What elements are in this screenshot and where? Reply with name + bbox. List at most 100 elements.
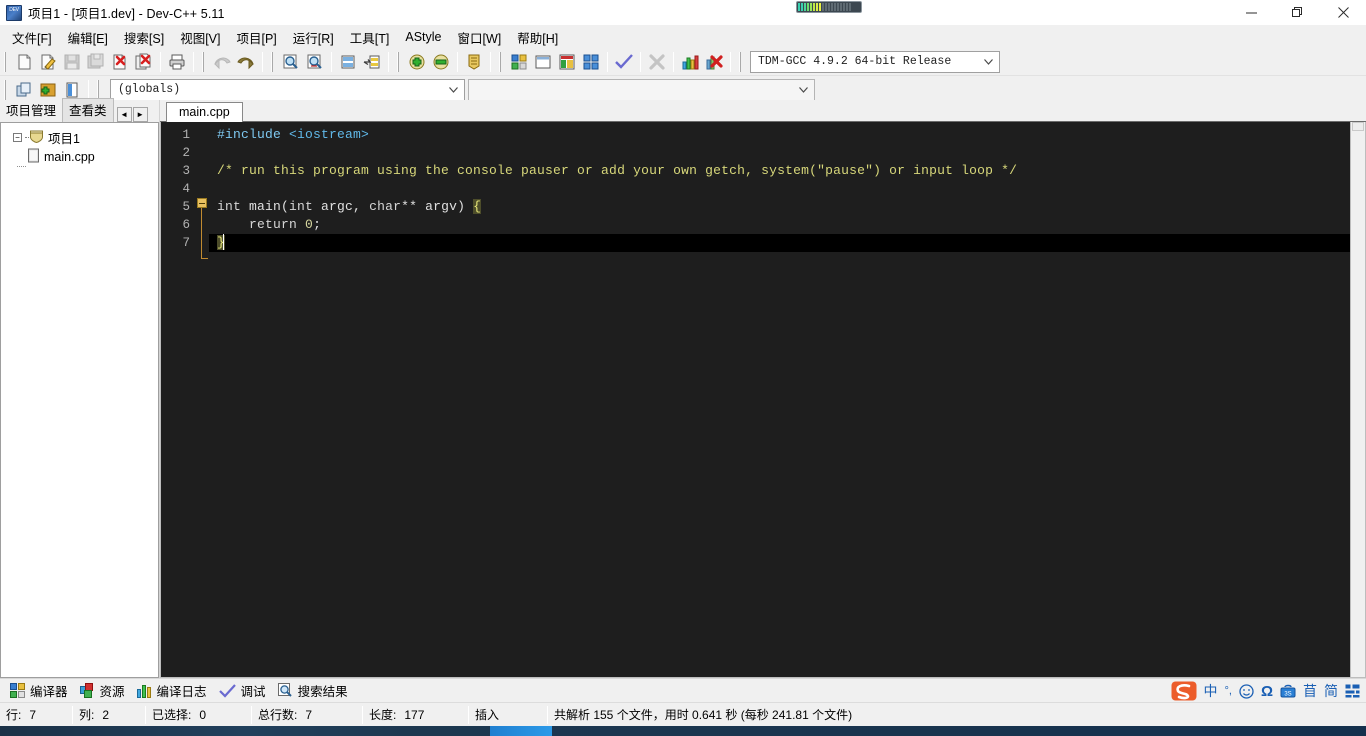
tab-project-manager[interactable]: 项目管理 bbox=[2, 98, 62, 122]
menu-view[interactable]: 视图[V] bbox=[172, 26, 228, 49]
rebuild-all-button[interactable] bbox=[579, 50, 603, 74]
toolbar-separator bbox=[490, 51, 491, 72]
stop-execution-button[interactable] bbox=[645, 50, 669, 74]
tab-class-browser[interactable]: 查看类 bbox=[62, 98, 114, 122]
toolbar-grip[interactable] bbox=[396, 51, 403, 72]
menu-tools[interactable]: 工具[T] bbox=[342, 26, 398, 49]
menu-project[interactable]: 项目[P] bbox=[228, 26, 284, 49]
line-number: 5 bbox=[182, 200, 190, 214]
tree-expand-toggle[interactable]: − bbox=[13, 133, 22, 142]
symbols-icon[interactable]: Ω bbox=[1261, 683, 1273, 700]
toolbar-grip[interactable] bbox=[3, 79, 10, 100]
status-length: 长度: 177 bbox=[363, 705, 468, 725]
code-content[interactable]: #include <iostream> /* run this program … bbox=[209, 122, 1365, 677]
toolbar-separator bbox=[160, 51, 161, 72]
source-file-icon bbox=[27, 148, 40, 166]
code-editor[interactable]: 1 2 3 4 5 6 7 #include <iostream> /* run… bbox=[160, 122, 1366, 678]
toolbox-icon[interactable]: 3S bbox=[1280, 684, 1296, 699]
status-selected: 已选择: 0 bbox=[146, 705, 251, 725]
emoji-icon[interactable] bbox=[1239, 683, 1254, 699]
window-title: 项目1 - [项目1.dev] - Dev-C++ 5.11 bbox=[28, 7, 225, 21]
menu-help[interactable]: 帮助[H] bbox=[509, 26, 566, 49]
tab-search-results[interactable]: 搜索结果 bbox=[274, 679, 356, 702]
toolbar-grip[interactable] bbox=[201, 51, 208, 72]
undo-button[interactable] bbox=[210, 50, 234, 74]
toolbar-grip[interactable] bbox=[738, 51, 745, 72]
close-all-button[interactable] bbox=[132, 50, 156, 74]
simplified-icon[interactable]: 简 bbox=[1324, 681, 1338, 701]
toolbar-grip[interactable] bbox=[270, 51, 277, 72]
punctuation-icon[interactable]: °, bbox=[1225, 685, 1232, 697]
new-file-button[interactable] bbox=[12, 50, 36, 74]
compile-run-button[interactable] bbox=[555, 50, 579, 74]
status-selected-value: 0 bbox=[199, 707, 207, 722]
toolbar-grip[interactable] bbox=[498, 51, 505, 72]
tab-compile-log[interactable]: 编译日志 bbox=[133, 679, 215, 702]
fold-range-line bbox=[201, 208, 202, 258]
chinese-mode-icon[interactable]: 中 bbox=[1204, 681, 1218, 701]
tab-resources[interactable]: 资源 bbox=[76, 679, 133, 702]
menu-search[interactable]: 搜索[S] bbox=[116, 26, 172, 49]
status-total-lines-label: 总行数: bbox=[258, 708, 298, 722]
find-button[interactable] bbox=[279, 50, 303, 74]
sogou-logo-icon[interactable] bbox=[1171, 681, 1197, 701]
editor-tab-main-cpp[interactable]: main.cpp bbox=[166, 102, 243, 122]
profile-analysis-button[interactable] bbox=[678, 50, 702, 74]
menu-file[interactable]: 文件[F] bbox=[4, 26, 60, 49]
compile-button[interactable] bbox=[507, 50, 531, 74]
status-parse-info-text: 共解析 155 个文件，用时 0.641 秒 (每秒 241.81 个文件) bbox=[554, 708, 853, 722]
editor-vertical-scrollbar[interactable] bbox=[1350, 122, 1365, 677]
code-fold-column[interactable] bbox=[195, 122, 209, 677]
tab-debug[interactable]: 调试 bbox=[215, 679, 274, 702]
compiler-set-value: TDM-GCC 4.9.2 64-bit Release bbox=[758, 55, 952, 68]
redo-button[interactable] bbox=[234, 50, 258, 74]
syntax-check-button[interactable] bbox=[612, 50, 636, 74]
toolbar-grip[interactable] bbox=[96, 79, 103, 100]
replace-button[interactable] bbox=[360, 50, 384, 74]
fold-collapse-icon[interactable] bbox=[197, 198, 207, 208]
tab-compiler[interactable]: 编译器 bbox=[6, 679, 76, 702]
insert-template-button[interactable] bbox=[462, 50, 486, 74]
tab-nav-next-button[interactable]: ► bbox=[132, 107, 148, 122]
tree-node-project[interactable]: − 项目1 bbox=[1, 128, 158, 147]
open-file-button[interactable] bbox=[36, 50, 60, 74]
close-button[interactable] bbox=[1320, 0, 1366, 26]
skin-icon[interactable]: 苜 bbox=[1303, 681, 1317, 701]
status-selected-label: 已选择: bbox=[152, 708, 192, 722]
tree-node-file[interactable]: main.cpp bbox=[1, 147, 158, 167]
project-folder-icon bbox=[29, 129, 44, 146]
taskbar-active-item[interactable] bbox=[490, 726, 552, 736]
editor-tab-bar: main.cpp bbox=[160, 100, 1366, 122]
menu-run[interactable]: 运行[R] bbox=[285, 26, 342, 49]
goto-line-button[interactable] bbox=[336, 50, 360, 74]
grid-icon bbox=[10, 683, 25, 698]
member-combo[interactable] bbox=[468, 78, 815, 101]
close-file-button[interactable] bbox=[108, 50, 132, 74]
toolbar-separator bbox=[607, 51, 608, 72]
save-all-button[interactable] bbox=[84, 50, 108, 74]
minimize-button[interactable] bbox=[1228, 0, 1274, 26]
print-button[interactable] bbox=[165, 50, 189, 74]
tree-node-file-label: main.cpp bbox=[44, 149, 95, 164]
toolbar-grip[interactable] bbox=[3, 51, 10, 72]
menu-window[interactable]: 窗口[W] bbox=[450, 26, 510, 49]
save-file-button[interactable] bbox=[60, 50, 84, 74]
menu-astyle[interactable]: AStyle bbox=[397, 28, 449, 46]
scope-value: (globals) bbox=[118, 83, 181, 96]
maximize-button[interactable] bbox=[1274, 0, 1320, 26]
delete-profile-button[interactable] bbox=[702, 50, 726, 74]
project-tree[interactable]: − 项目1 main.cpp bbox=[0, 122, 159, 678]
tab-nav-prev-button[interactable]: ◄ bbox=[116, 107, 132, 122]
compiler-set-combo[interactable]: TDM-GCC 4.9.2 64-bit Release bbox=[750, 50, 1000, 73]
remove-bookmark-button[interactable] bbox=[429, 50, 453, 74]
add-bookmark-button[interactable] bbox=[405, 50, 429, 74]
code-line-7: } bbox=[209, 234, 1365, 252]
scrollbar-thumb[interactable] bbox=[1352, 122, 1364, 131]
dev-cpp-icon bbox=[6, 4, 22, 21]
menu-edit[interactable]: 编辑[E] bbox=[60, 26, 116, 49]
find-next-button[interactable] bbox=[303, 50, 327, 74]
run-button[interactable] bbox=[531, 50, 555, 74]
tab-search-results-label: 搜索结果 bbox=[297, 685, 348, 699]
scope-globals-combo[interactable]: (globals) bbox=[110, 78, 465, 101]
menu-grid-icon[interactable] bbox=[1345, 684, 1360, 698]
